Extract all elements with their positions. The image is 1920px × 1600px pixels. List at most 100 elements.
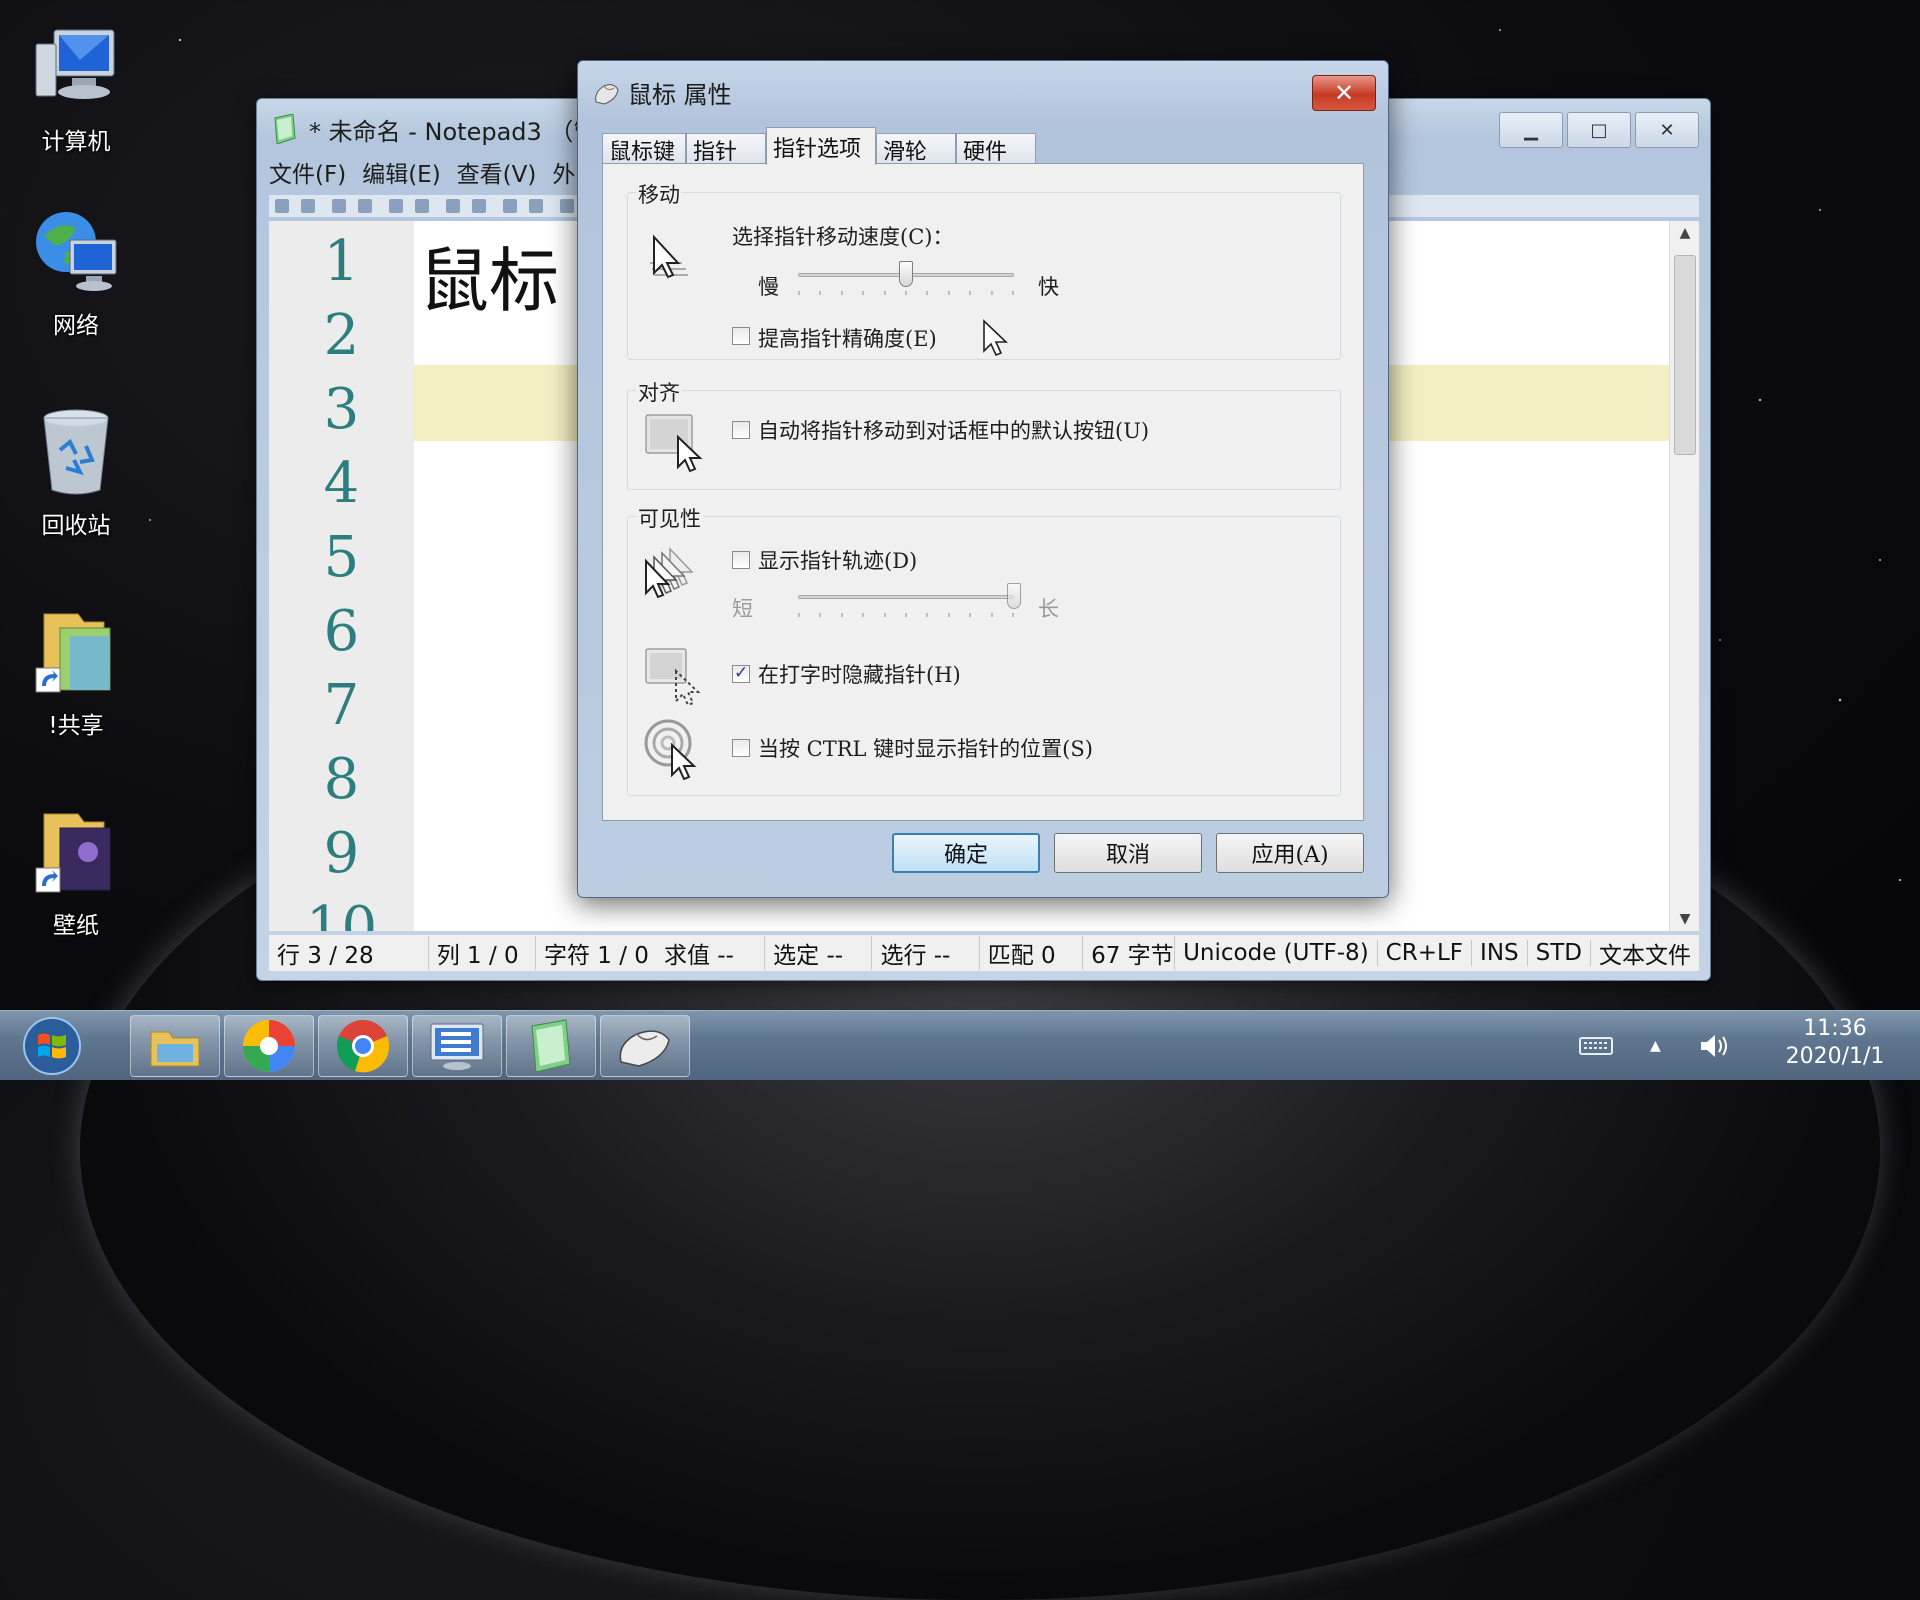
status-line: 行 3 / 28 <box>269 936 429 970</box>
tab-pointers[interactable]: 指针 <box>686 133 766 165</box>
ok-button[interactable]: 确定 <box>892 833 1040 873</box>
precision-checkbox[interactable] <box>732 327 750 345</box>
slider-tick <box>947 613 950 617</box>
open-file-icon[interactable] <box>301 199 315 213</box>
status-selection: 选定 -- <box>765 936 873 970</box>
scrollbar-thumb[interactable] <box>1674 255 1696 455</box>
status-selected-lines: 选行 -- <box>872 936 980 970</box>
cancel-button[interactable]: 取消 <box>1054 833 1202 873</box>
taskbar-control-panel[interactable] <box>412 1015 502 1077</box>
control-panel-icon <box>430 1023 484 1070</box>
menu-appearance[interactable]: 外 <box>552 155 575 189</box>
keyboard-icon[interactable] <box>1578 1034 1614 1058</box>
menu-view[interactable]: 查看(V) <box>457 155 537 189</box>
hide-while-typing-checkbox[interactable] <box>732 663 750 683</box>
menu-file[interactable]: 文件(F) <box>269 155 346 189</box>
desktop-icon-computer[interactable]: 计算机 <box>20 22 132 156</box>
save-icon[interactable] <box>332 199 347 213</box>
status-column: 列 1 / 0 <box>429 936 536 970</box>
copy-icon[interactable] <box>503 199 518 213</box>
tab-page-pointer-options: 移动 选择指针移动速度(C)： 慢 快 提高指针精确度(E) 对齐 自动将指针移… <box>602 163 1364 821</box>
vertical-scrollbar[interactable]: ▲ ▼ <box>1669 221 1699 931</box>
network-icon <box>36 212 117 291</box>
start-button[interactable] <box>14 1015 90 1077</box>
status-match: 匹配 0 <box>980 936 1084 970</box>
notepad3-title-bar[interactable]: * 未命名 - Notepad3 （管 <box>271 111 597 147</box>
close-button[interactable]: ✕ <box>1635 112 1699 148</box>
maximize-icon: □ <box>1590 119 1608 141</box>
speaker-icon[interactable] <box>1697 1031 1731 1061</box>
tab-strip: 鼠标键 指针 指针选项 滑轮 硬件 <box>602 127 1036 165</box>
tab-wheel[interactable]: 滑轮 <box>876 133 956 165</box>
notepad3-icon <box>531 1019 571 1073</box>
taskbar-color-wheel[interactable] <box>224 1015 314 1077</box>
taskbar-clock[interactable]: 11:36 2020/1/1 <box>1780 1015 1890 1071</box>
dialog-title-bar[interactable]: 鼠标 属性 <box>592 75 732 110</box>
desktop-icon-recycle-bin[interactable]: 回收站 <box>20 406 132 540</box>
tab-hardware[interactable]: 硬件 <box>956 133 1036 165</box>
slider-tick <box>969 613 972 617</box>
slider-tick <box>819 291 822 295</box>
close-icon: ✕ <box>1659 119 1675 141</box>
snap-to-default-label: 自动将指针移动到对话框中的默认按钮(U) <box>758 419 1150 443</box>
speed-slider-ticks <box>798 291 1014 297</box>
trails-long-label: 长 <box>1038 597 1059 621</box>
desktop-icon-network[interactable]: 网络 <box>20 206 132 340</box>
line-number: 3 <box>323 377 360 442</box>
new-file-icon[interactable] <box>275 199 289 213</box>
snap-to-default-checkbox[interactable] <box>732 421 750 439</box>
tab-pointer-options[interactable]: 指针选项 <box>766 127 876 165</box>
pointer-trails-checkbox[interactable] <box>732 551 750 569</box>
minimize-button[interactable]: ▁ <box>1499 112 1563 148</box>
slider-tick <box>1012 291 1014 295</box>
ctrl-locate-icon <box>644 719 697 781</box>
slider-tick <box>883 291 886 295</box>
find-icon[interactable] <box>560 199 575 213</box>
snap-to-default-icon <box>645 414 703 473</box>
slider-tick <box>926 613 929 617</box>
dialog-close-button[interactable]: ✕ <box>1312 75 1376 111</box>
scroll-down-icon[interactable]: ▼ <box>1670 911 1699 927</box>
redo-icon[interactable] <box>446 199 461 213</box>
status-eol: CR+LF <box>1378 940 1473 966</box>
taskbar-mouse-properties[interactable] <box>600 1015 690 1077</box>
speed-slider-thumb[interactable] <box>899 261 913 287</box>
tab-buttons[interactable]: 鼠标键 <box>602 133 686 165</box>
menu-edit[interactable]: 编辑(E) <box>362 155 440 189</box>
desktop-icon-label: 网络 <box>53 313 99 339</box>
taskbar-explorer[interactable] <box>130 1015 220 1077</box>
slider-tick <box>798 291 800 295</box>
show-hidden-icons-icon[interactable]: ▲ <box>1650 1038 1661 1054</box>
computer-icon <box>35 29 115 99</box>
group-motion: 移动 选择指针移动速度(C)： 慢 快 提高指针精确度(E) <box>627 179 1341 360</box>
cut-icon[interactable] <box>472 199 487 213</box>
status-ins: INS <box>1472 940 1528 966</box>
line-number: 8 <box>323 747 360 812</box>
desktop-icon-label: 计算机 <box>41 129 111 155</box>
folder-shortcut-icon <box>35 813 111 893</box>
maximize-button[interactable]: □ <box>1567 112 1631 148</box>
slider-tick <box>947 291 950 295</box>
group-title-motion: 移动 <box>636 179 682 209</box>
notepad3-title-text: * 未命名 - Notepad3 （管 <box>309 117 598 146</box>
scroll-up-icon[interactable]: ▲ <box>1670 225 1699 241</box>
paste-icon[interactable] <box>529 199 544 213</box>
taskbar-notepad3[interactable] <box>506 1015 596 1077</box>
slider-tick <box>819 613 822 617</box>
pointer-trails-label: 显示指针轨迹(D) <box>758 549 918 573</box>
browse-icon[interactable] <box>389 199 404 213</box>
trails-slider-track[interactable] <box>798 595 1014 599</box>
taskbar-chrome[interactable] <box>318 1015 408 1077</box>
desktop-icon-label: !共享 <box>48 713 104 739</box>
slider-tick <box>990 613 993 617</box>
ctrl-locate-checkbox[interactable] <box>732 739 750 757</box>
status-value: 求值 -- <box>656 936 766 970</box>
apply-button[interactable]: 应用(A) <box>1216 833 1364 873</box>
save-as-icon[interactable] <box>358 199 373 213</box>
desktop-icon-share[interactable]: !共享 <box>20 606 132 740</box>
trails-slider-ticks <box>798 613 1014 619</box>
undo-icon[interactable] <box>415 199 430 213</box>
mouse-properties-dialog[interactable]: 鼠标 属性 ✕ 鼠标键 指针 指针选项 滑轮 硬件 移动 选择指针移动速度(C)… <box>577 60 1389 898</box>
desktop-icon-wallpaper[interactable]: 壁纸 <box>20 806 132 940</box>
trails-slider-thumb[interactable] <box>1007 583 1021 609</box>
